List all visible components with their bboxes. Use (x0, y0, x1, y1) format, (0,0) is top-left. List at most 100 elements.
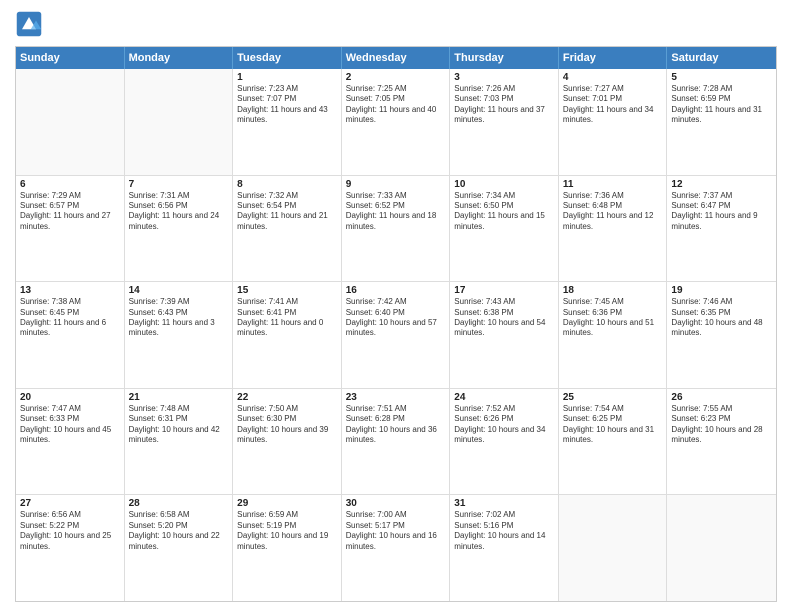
header-cell-saturday: Saturday (667, 47, 776, 69)
cell-text: Sunrise: 7:25 AM Sunset: 7:05 PM Dayligh… (346, 84, 446, 126)
calendar-cell: 10Sunrise: 7:34 AM Sunset: 6:50 PM Dayli… (450, 176, 559, 282)
header-cell-thursday: Thursday (450, 47, 559, 69)
day-number: 29 (237, 498, 337, 509)
day-number: 19 (671, 285, 772, 296)
cell-text: Sunrise: 7:37 AM Sunset: 6:47 PM Dayligh… (671, 191, 772, 233)
cell-text: Sunrise: 6:56 AM Sunset: 5:22 PM Dayligh… (20, 510, 120, 552)
calendar-cell: 3Sunrise: 7:26 AM Sunset: 7:03 PM Daylig… (450, 69, 559, 175)
day-number: 1 (237, 72, 337, 83)
cell-text: Sunrise: 7:46 AM Sunset: 6:35 PM Dayligh… (671, 297, 772, 339)
calendar-cell: 21Sunrise: 7:48 AM Sunset: 6:31 PM Dayli… (125, 389, 234, 495)
calendar-cell: 4Sunrise: 7:27 AM Sunset: 7:01 PM Daylig… (559, 69, 668, 175)
day-number: 9 (346, 179, 446, 190)
day-number: 20 (20, 392, 120, 403)
day-number: 12 (671, 179, 772, 190)
cell-text: Sunrise: 7:51 AM Sunset: 6:28 PM Dayligh… (346, 404, 446, 446)
cell-text: Sunrise: 7:38 AM Sunset: 6:45 PM Dayligh… (20, 297, 120, 339)
day-number: 30 (346, 498, 446, 509)
calendar-cell: 30Sunrise: 7:00 AM Sunset: 5:17 PM Dayli… (342, 495, 451, 601)
calendar-cell: 20Sunrise: 7:47 AM Sunset: 6:33 PM Dayli… (16, 389, 125, 495)
cell-text: Sunrise: 7:48 AM Sunset: 6:31 PM Dayligh… (129, 404, 229, 446)
cell-text: Sunrise: 7:33 AM Sunset: 6:52 PM Dayligh… (346, 191, 446, 233)
calendar-cell: 14Sunrise: 7:39 AM Sunset: 6:43 PM Dayli… (125, 282, 234, 388)
page: SundayMondayTuesdayWednesdayThursdayFrid… (0, 0, 792, 612)
cell-text: Sunrise: 7:28 AM Sunset: 6:59 PM Dayligh… (671, 84, 772, 126)
day-number: 5 (671, 72, 772, 83)
cell-text: Sunrise: 7:41 AM Sunset: 6:41 PM Dayligh… (237, 297, 337, 339)
header-cell-friday: Friday (559, 47, 668, 69)
header (15, 10, 777, 38)
calendar-cell: 6Sunrise: 7:29 AM Sunset: 6:57 PM Daylig… (16, 176, 125, 282)
calendar-cell: 11Sunrise: 7:36 AM Sunset: 6:48 PM Dayli… (559, 176, 668, 282)
calendar-cell: 12Sunrise: 7:37 AM Sunset: 6:47 PM Dayli… (667, 176, 776, 282)
day-number: 16 (346, 285, 446, 296)
cell-text: Sunrise: 7:54 AM Sunset: 6:25 PM Dayligh… (563, 404, 663, 446)
day-number: 22 (237, 392, 337, 403)
calendar-row-3: 20Sunrise: 7:47 AM Sunset: 6:33 PM Dayli… (16, 388, 776, 495)
cell-text: Sunrise: 7:47 AM Sunset: 6:33 PM Dayligh… (20, 404, 120, 446)
cell-text: Sunrise: 7:36 AM Sunset: 6:48 PM Dayligh… (563, 191, 663, 233)
calendar-cell: 17Sunrise: 7:43 AM Sunset: 6:38 PM Dayli… (450, 282, 559, 388)
calendar-cell: 31Sunrise: 7:02 AM Sunset: 5:16 PM Dayli… (450, 495, 559, 601)
day-number: 21 (129, 392, 229, 403)
header-cell-wednesday: Wednesday (342, 47, 451, 69)
calendar-body: 1Sunrise: 7:23 AM Sunset: 7:07 PM Daylig… (16, 69, 776, 601)
cell-text: Sunrise: 6:58 AM Sunset: 5:20 PM Dayligh… (129, 510, 229, 552)
calendar-cell: 29Sunrise: 6:59 AM Sunset: 5:19 PM Dayli… (233, 495, 342, 601)
header-cell-monday: Monday (125, 47, 234, 69)
day-number: 24 (454, 392, 554, 403)
cell-text: Sunrise: 7:32 AM Sunset: 6:54 PM Dayligh… (237, 191, 337, 233)
header-cell-sunday: Sunday (16, 47, 125, 69)
calendar-cell: 28Sunrise: 6:58 AM Sunset: 5:20 PM Dayli… (125, 495, 234, 601)
calendar-row-2: 13Sunrise: 7:38 AM Sunset: 6:45 PM Dayli… (16, 281, 776, 388)
cell-text: Sunrise: 7:27 AM Sunset: 7:01 PM Dayligh… (563, 84, 663, 126)
calendar-cell: 19Sunrise: 7:46 AM Sunset: 6:35 PM Dayli… (667, 282, 776, 388)
logo-icon (15, 10, 43, 38)
calendar-cell (559, 495, 668, 601)
day-number: 3 (454, 72, 554, 83)
day-number: 15 (237, 285, 337, 296)
calendar-cell: 7Sunrise: 7:31 AM Sunset: 6:56 PM Daylig… (125, 176, 234, 282)
calendar-row-0: 1Sunrise: 7:23 AM Sunset: 7:07 PM Daylig… (16, 69, 776, 175)
day-number: 11 (563, 179, 663, 190)
calendar-cell: 13Sunrise: 7:38 AM Sunset: 6:45 PM Dayli… (16, 282, 125, 388)
cell-text: Sunrise: 7:39 AM Sunset: 6:43 PM Dayligh… (129, 297, 229, 339)
cell-text: Sunrise: 7:02 AM Sunset: 5:16 PM Dayligh… (454, 510, 554, 552)
cell-text: Sunrise: 7:45 AM Sunset: 6:36 PM Dayligh… (563, 297, 663, 339)
cell-text: Sunrise: 7:55 AM Sunset: 6:23 PM Dayligh… (671, 404, 772, 446)
calendar-cell: 23Sunrise: 7:51 AM Sunset: 6:28 PM Dayli… (342, 389, 451, 495)
day-number: 28 (129, 498, 229, 509)
day-number: 6 (20, 179, 120, 190)
calendar-cell: 15Sunrise: 7:41 AM Sunset: 6:41 PM Dayli… (233, 282, 342, 388)
day-number: 17 (454, 285, 554, 296)
calendar-cell: 9Sunrise: 7:33 AM Sunset: 6:52 PM Daylig… (342, 176, 451, 282)
cell-text: Sunrise: 7:43 AM Sunset: 6:38 PM Dayligh… (454, 297, 554, 339)
calendar-row-1: 6Sunrise: 7:29 AM Sunset: 6:57 PM Daylig… (16, 175, 776, 282)
day-number: 23 (346, 392, 446, 403)
calendar-cell: 5Sunrise: 7:28 AM Sunset: 6:59 PM Daylig… (667, 69, 776, 175)
calendar-cell: 2Sunrise: 7:25 AM Sunset: 7:05 PM Daylig… (342, 69, 451, 175)
day-number: 8 (237, 179, 337, 190)
day-number: 25 (563, 392, 663, 403)
cell-text: Sunrise: 6:59 AM Sunset: 5:19 PM Dayligh… (237, 510, 337, 552)
day-number: 4 (563, 72, 663, 83)
cell-text: Sunrise: 7:31 AM Sunset: 6:56 PM Dayligh… (129, 191, 229, 233)
calendar-header: SundayMondayTuesdayWednesdayThursdayFrid… (16, 47, 776, 69)
cell-text: Sunrise: 7:23 AM Sunset: 7:07 PM Dayligh… (237, 84, 337, 126)
day-number: 26 (671, 392, 772, 403)
day-number: 18 (563, 285, 663, 296)
logo (15, 10, 47, 38)
day-number: 2 (346, 72, 446, 83)
cell-text: Sunrise: 7:50 AM Sunset: 6:30 PM Dayligh… (237, 404, 337, 446)
cell-text: Sunrise: 7:26 AM Sunset: 7:03 PM Dayligh… (454, 84, 554, 126)
calendar-cell: 8Sunrise: 7:32 AM Sunset: 6:54 PM Daylig… (233, 176, 342, 282)
calendar-cell: 27Sunrise: 6:56 AM Sunset: 5:22 PM Dayli… (16, 495, 125, 601)
calendar-row-4: 27Sunrise: 6:56 AM Sunset: 5:22 PM Dayli… (16, 494, 776, 601)
cell-text: Sunrise: 7:34 AM Sunset: 6:50 PM Dayligh… (454, 191, 554, 233)
calendar-cell: 24Sunrise: 7:52 AM Sunset: 6:26 PM Dayli… (450, 389, 559, 495)
day-number: 7 (129, 179, 229, 190)
day-number: 10 (454, 179, 554, 190)
calendar-cell (667, 495, 776, 601)
calendar-cell: 22Sunrise: 7:50 AM Sunset: 6:30 PM Dayli… (233, 389, 342, 495)
cell-text: Sunrise: 7:00 AM Sunset: 5:17 PM Dayligh… (346, 510, 446, 552)
